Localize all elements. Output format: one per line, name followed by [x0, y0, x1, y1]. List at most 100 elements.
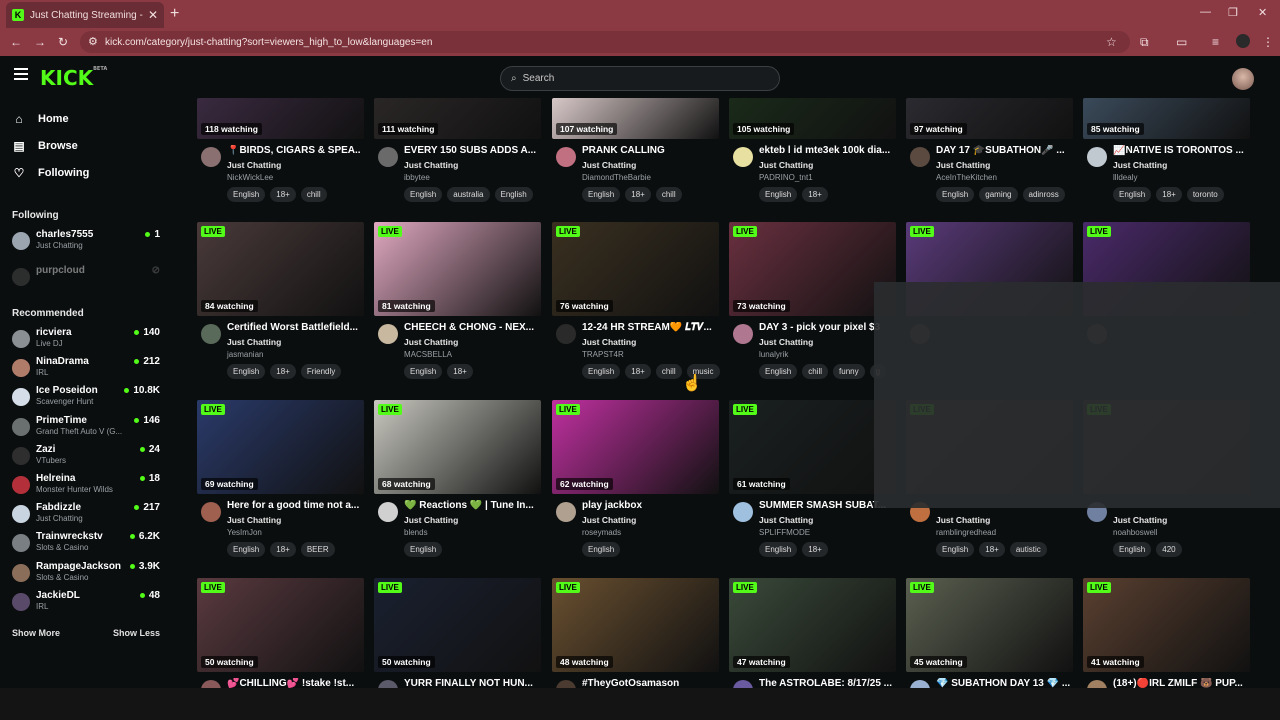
- stream-title[interactable]: SUMMER SMASH SUBAT...: [759, 500, 893, 511]
- tag-chip[interactable]: 18+: [802, 542, 828, 557]
- streamer-name[interactable]: NickWickLee: [227, 173, 273, 182]
- stream-thumbnail[interactable]: LIVE 62 watching: [552, 400, 719, 494]
- reload-icon[interactable]: ↻: [58, 35, 68, 49]
- browser-profile-avatar[interactable]: [1236, 34, 1250, 48]
- stream-thumbnail[interactable]: LIVE 50 watching: [374, 578, 541, 672]
- stream-category[interactable]: Just Chatting: [1113, 160, 1167, 170]
- tag-chip[interactable]: funny: [833, 364, 865, 379]
- stream-category[interactable]: Just Chatting: [404, 515, 458, 525]
- stream-title[interactable]: 💚 Reactions 💚 | Tune In...: [404, 500, 538, 511]
- streamer-name[interactable]: llldealy: [1113, 173, 1137, 182]
- streamer-name[interactable]: MACSBELLA: [404, 350, 452, 359]
- sidebar-channel-zazi[interactable]: Zazi VTubers 24: [12, 444, 160, 470]
- stream-thumbnail[interactable]: 111 watching: [374, 98, 541, 139]
- sidebar-channel-trainwreckstv[interactable]: Trainwreckstv Slots & Casino 6.2K: [12, 531, 160, 557]
- user-avatar[interactable]: [1232, 68, 1254, 90]
- close-window-icon[interactable]: ✕: [1258, 6, 1267, 19]
- stream-thumbnail[interactable]: LIVE 47 watching: [729, 578, 896, 672]
- stream-title[interactable]: 📈NATIVE IS TORONTOS ...: [1113, 145, 1247, 156]
- stream-category[interactable]: Just Chatting: [759, 337, 813, 347]
- forward-icon[interactable]: →: [34, 35, 46, 49]
- stream-title[interactable]: Here for a good time not a...: [227, 500, 361, 511]
- tag-chip[interactable]: BEER: [300, 542, 335, 557]
- tag-chip[interactable]: 18+: [979, 542, 1005, 557]
- streamer-avatar[interactable]: [556, 502, 576, 522]
- streamer-avatar[interactable]: [733, 502, 753, 522]
- streamer-avatar[interactable]: [556, 147, 576, 167]
- stream-thumbnail[interactable]: LIVE 76 watching: [552, 222, 719, 316]
- stream-thumbnail[interactable]: LIVE 68 watching: [374, 400, 541, 494]
- tag-chip[interactable]: English: [759, 364, 798, 379]
- sidebar-channel-rampagejackson[interactable]: RampageJackson Slots & Casino 3.9K: [12, 561, 160, 587]
- streamer-name[interactable]: YesImJon: [227, 528, 262, 537]
- tag-chip[interactable]: 18+: [625, 364, 651, 379]
- stream-title[interactable]: 📍BIRDS, CIGARS & SPEA...: [227, 145, 361, 156]
- tag-chip[interactable]: English: [227, 364, 266, 379]
- stream-title[interactable]: ekteb l id mte3ek 100k dia...: [759, 145, 893, 156]
- sidebar-channel-ricviera[interactable]: ricviera Live DJ 140: [12, 327, 160, 353]
- tag-chip[interactable]: adinross: [1022, 187, 1065, 202]
- sidebar-channel-helreina[interactable]: Helreina Monster Hunter Wilds 18: [12, 473, 160, 499]
- address-bar[interactable]: ⚙ kick.com/category/just-chatting?sort=v…: [80, 31, 1130, 53]
- streamer-name[interactable]: ibbytee: [404, 173, 430, 182]
- kick-logo[interactable]: KICKBETA: [40, 66, 107, 90]
- stream-category[interactable]: Just Chatting: [404, 337, 458, 347]
- streamer-name[interactable]: TRAPST4R: [582, 350, 624, 359]
- streamer-avatar[interactable]: [378, 324, 398, 344]
- stream-category[interactable]: Just Chatting: [582, 337, 636, 347]
- streamer-avatar[interactable]: [378, 147, 398, 167]
- stream-category[interactable]: Just Chatting: [582, 160, 636, 170]
- streamer-name[interactable]: blends: [404, 528, 428, 537]
- sidebar-item-browse[interactable]: ▤ Browse: [12, 139, 77, 153]
- streamer-name[interactable]: PADRINO_tnt1: [759, 173, 813, 182]
- stream-thumbnail[interactable]: 97 watching: [906, 98, 1073, 139]
- tag-chip[interactable]: 18+: [802, 187, 828, 202]
- streamer-avatar[interactable]: [201, 502, 221, 522]
- tag-chip[interactable]: English: [582, 364, 621, 379]
- stream-category[interactable]: Just Chatting: [227, 160, 281, 170]
- stream-title[interactable]: CHEECH & CHONG - NEX...: [404, 322, 538, 333]
- tag-chip[interactable]: 18+: [270, 187, 296, 202]
- stream-thumbnail[interactable]: LIVE 69 watching: [197, 400, 364, 494]
- new-tab-icon[interactable]: +: [170, 5, 179, 23]
- stream-category[interactable]: Just Chatting: [582, 515, 636, 525]
- streamer-avatar[interactable]: [378, 502, 398, 522]
- stream-category[interactable]: Just Chatting: [759, 515, 813, 525]
- stream-category[interactable]: Just Chatting: [936, 515, 990, 525]
- streamer-avatar[interactable]: [733, 147, 753, 167]
- tag-chip[interactable]: English: [1113, 542, 1152, 557]
- minimize-icon[interactable]: —: [1200, 6, 1211, 18]
- restore-icon[interactable]: ❐: [1228, 6, 1238, 19]
- streamer-avatar[interactable]: [733, 324, 753, 344]
- stream-title[interactable]: play jackbox: [582, 500, 716, 511]
- media-icon[interactable]: ≡: [1212, 35, 1219, 49]
- tag-chip[interactable]: English: [227, 187, 266, 202]
- streamer-name[interactable]: jasmanian: [227, 350, 263, 359]
- stream-title[interactable]: Certified Worst Battlefield...: [227, 322, 361, 333]
- tag-chip[interactable]: English: [1113, 187, 1152, 202]
- tag-chip[interactable]: australia: [447, 187, 490, 202]
- tag-chip[interactable]: 18+: [1156, 187, 1182, 202]
- tag-chip[interactable]: Friendly: [300, 364, 342, 379]
- tag-chip[interactable]: 420: [1156, 542, 1182, 557]
- stream-thumbnail[interactable]: 105 watching: [729, 98, 896, 139]
- sidebar-channel-primetime[interactable]: PrimeTime Grand Theft Auto V (G... 146: [12, 415, 160, 441]
- browser-tab[interactable]: K Just Chatting Streaming - Live ✕: [6, 2, 164, 28]
- stream-thumbnail[interactable]: LIVE 84 watching: [197, 222, 364, 316]
- stream-category[interactable]: Just Chatting: [404, 160, 458, 170]
- sidebar-channel-purpcloud[interactable]: purpcloud ⊘: [12, 265, 160, 291]
- tag-chip[interactable]: English: [227, 542, 266, 557]
- tag-chip[interactable]: 18+: [270, 542, 296, 557]
- streamer-name[interactable]: ramblingredhead: [936, 528, 996, 537]
- close-tab-icon[interactable]: ✕: [148, 8, 158, 22]
- tag-chip[interactable]: 18+: [625, 187, 651, 202]
- stream-thumbnail[interactable]: LIVE 45 watching: [906, 578, 1073, 672]
- tag-chip[interactable]: English: [404, 542, 443, 557]
- tag-chip[interactable]: chill: [655, 364, 682, 379]
- tag-chip[interactable]: chill: [655, 187, 682, 202]
- tag-chip[interactable]: toronto: [1186, 187, 1224, 202]
- tag-chip[interactable]: autistic: [1009, 542, 1047, 557]
- tag-chip[interactable]: English: [936, 542, 975, 557]
- streamer-name[interactable]: roseymads: [582, 528, 621, 537]
- site-info-icon[interactable]: ⚙: [88, 35, 98, 48]
